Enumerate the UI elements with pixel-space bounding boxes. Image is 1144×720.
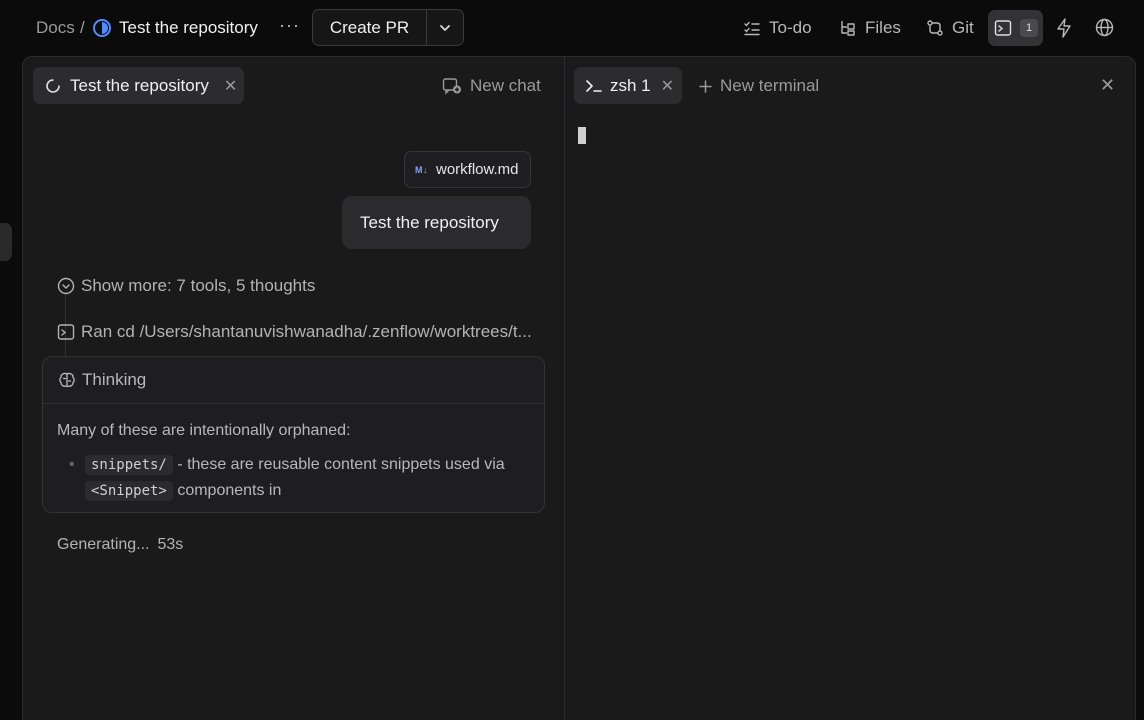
- show-more-label: Show more: 7 tools, 5 thoughts: [81, 276, 316, 295]
- workspace-panel: Test the repository ✕ New chat M↓ workfl…: [22, 56, 1136, 720]
- chat-tab[interactable]: Test the repository ✕: [33, 67, 244, 104]
- thinking-header[interactable]: Thinking: [43, 357, 544, 404]
- generating-label: Generating...: [57, 536, 150, 553]
- terminal-icon: [57, 324, 75, 340]
- create-pr-group: Create PR: [312, 9, 464, 46]
- terminal-icon: [994, 20, 1012, 36]
- attachment-chip[interactable]: M↓ workflow.md: [404, 151, 531, 188]
- terminal-toggle-button[interactable]: 1: [988, 10, 1043, 46]
- attachment-name: workflow.md: [436, 161, 519, 178]
- new-chat-icon: [442, 78, 461, 95]
- generating-status: Generating... 53s: [57, 536, 183, 554]
- top-bar: Docs / Test the repository ··· Create PR…: [0, 0, 1144, 56]
- chevron-down-icon: [440, 24, 450, 31]
- chat-tab-label: Test the repository: [70, 75, 209, 95]
- ran-command-text: Ran cd /Users/shantanuvishwanadha/.zenfl…: [81, 322, 532, 341]
- close-icon[interactable]: ✕: [661, 76, 674, 96]
- chevron-circle-icon: [57, 277, 75, 295]
- status-half-circle-icon: [93, 19, 111, 37]
- new-chat-button[interactable]: New chat: [442, 76, 541, 96]
- bullet-text: components in: [177, 482, 282, 499]
- thinking-list: snippets/ - these are reusable content s…: [57, 452, 530, 504]
- show-more-button[interactable]: Show more: 7 tools, 5 thoughts: [57, 276, 315, 296]
- elapsed-time: 53s: [157, 536, 184, 553]
- create-pr-button[interactable]: Create PR: [313, 10, 427, 45]
- files-button[interactable]: Files: [839, 15, 901, 41]
- create-pr-dropdown-button[interactable]: [427, 10, 463, 45]
- bullet-text: - these are reusable content snippets us…: [177, 456, 480, 473]
- new-chat-label: New chat: [470, 76, 541, 95]
- more-options-button[interactable]: ···: [279, 15, 300, 36]
- prompt-icon: [586, 79, 602, 92]
- loading-spinner-icon: [46, 78, 60, 93]
- pane-divider[interactable]: [564, 57, 565, 720]
- thinking-intro: Many of these are intentionally orphaned…: [57, 422, 351, 439]
- terminal-tab[interactable]: zsh 1 ✕: [574, 67, 682, 104]
- bullet-text: via: [484, 456, 505, 473]
- checklist-icon: [744, 21, 760, 36]
- breadcrumb-docs[interactable]: Docs: [36, 18, 75, 38]
- terminal-cursor[interactable]: [578, 127, 586, 144]
- git-label: Git: [952, 18, 974, 37]
- globe-icon[interactable]: [1095, 18, 1114, 37]
- close-terminal-panel-icon[interactable]: ✕: [1100, 75, 1115, 96]
- breadcrumb-separator: /: [80, 18, 85, 37]
- lightning-icon[interactable]: [1055, 18, 1073, 38]
- file-tree-icon: [841, 21, 855, 36]
- terminal-tab-label: zsh 1: [610, 75, 651, 95]
- thinking-panel: Thinking Many of these are intentionally…: [42, 356, 545, 513]
- terminal-count-badge: 1: [1020, 19, 1038, 37]
- todo-button[interactable]: To-do: [743, 15, 812, 41]
- user-message: Test the repository: [342, 196, 531, 249]
- plus-icon: [699, 79, 712, 93]
- list-item: snippets/ - these are reusable content s…: [57, 452, 530, 504]
- inline-code: snippets/: [85, 455, 173, 475]
- git-compare-icon: [927, 20, 943, 36]
- brain-icon: [59, 372, 75, 388]
- page-title[interactable]: Test the repository: [119, 18, 258, 38]
- close-icon[interactable]: ✕: [224, 76, 237, 96]
- todo-label: To-do: [769, 18, 812, 37]
- thinking-content: Many of these are intentionally orphaned…: [43, 404, 544, 504]
- inline-code: <Snippet>: [85, 481, 173, 501]
- files-label: Files: [865, 18, 901, 37]
- markdown-icon: M↓: [415, 164, 428, 175]
- new-terminal-button[interactable]: New terminal: [699, 76, 819, 96]
- sidebar-collapse-handle[interactable]: [0, 223, 12, 261]
- tool-call-ran-command[interactable]: Ran cd /Users/shantanuvishwanadha/.zenfl…: [57, 322, 537, 342]
- git-button[interactable]: Git: [926, 15, 974, 41]
- thinking-title: Thinking: [82, 370, 147, 389]
- new-terminal-label: New terminal: [720, 76, 820, 95]
